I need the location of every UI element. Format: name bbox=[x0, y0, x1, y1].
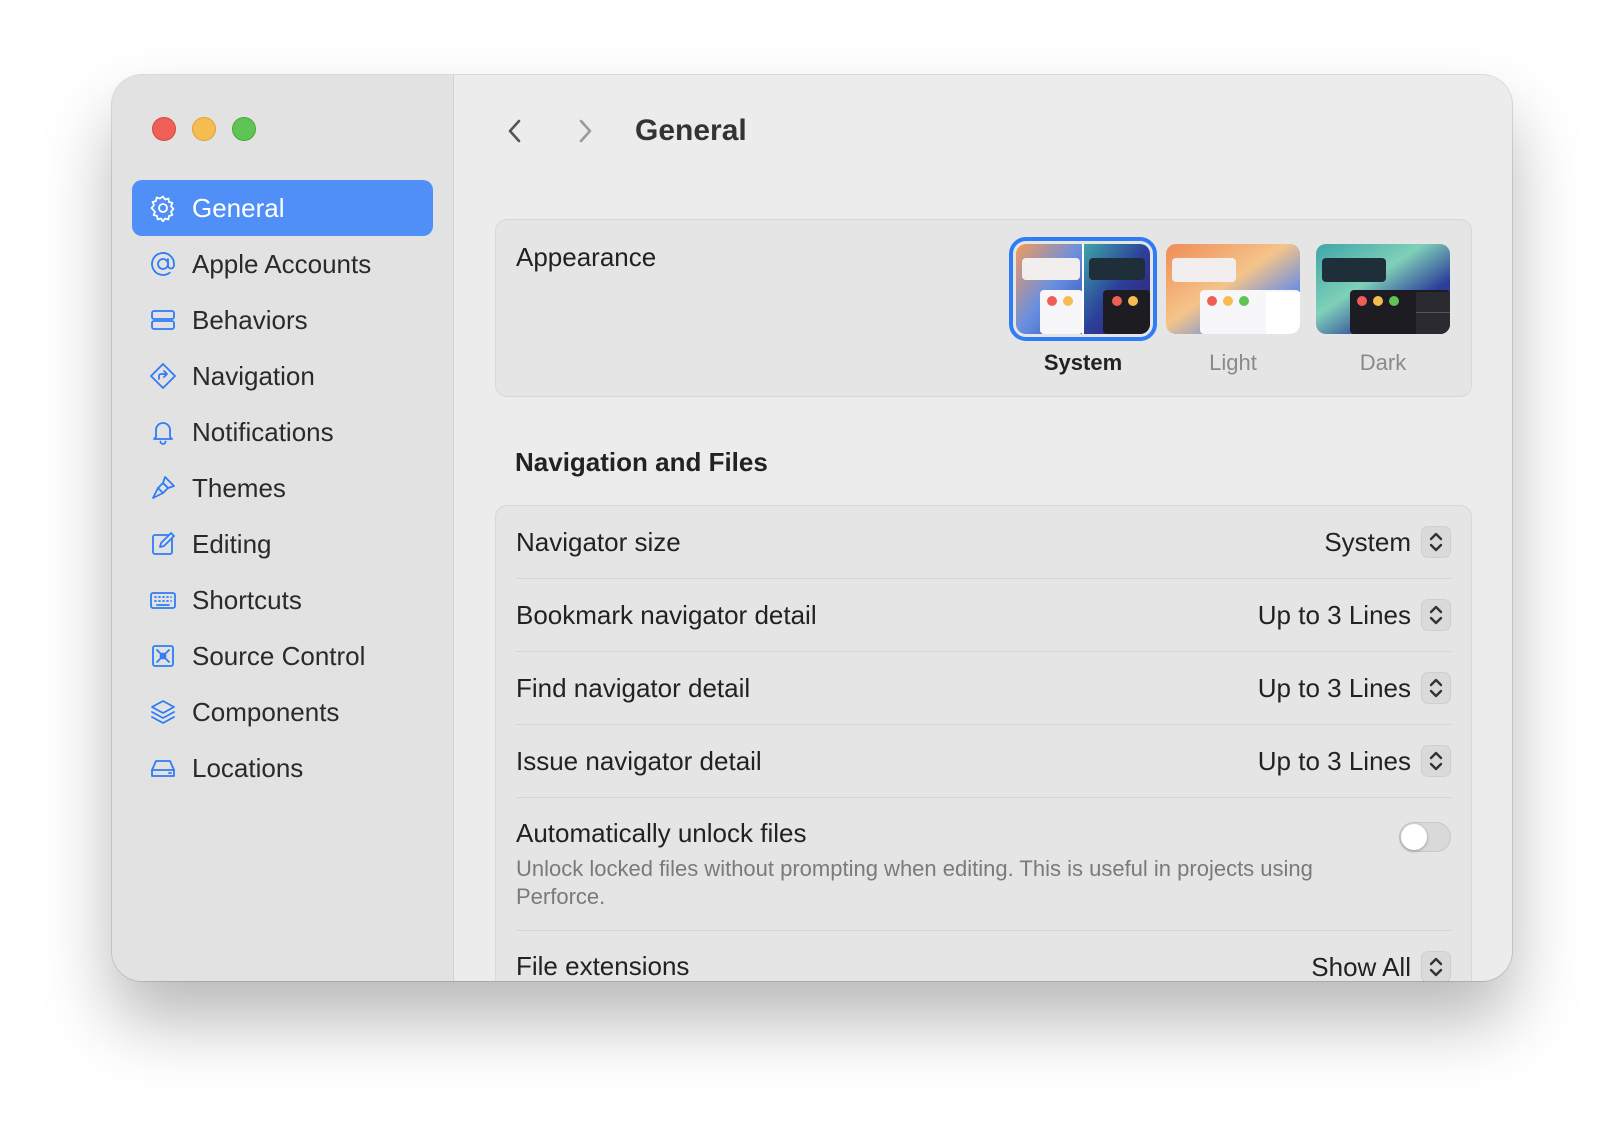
chevron-updown-icon bbox=[1421, 745, 1451, 777]
content-pane: General Appearance System Light Dark Nav… bbox=[455, 75, 1512, 981]
sidebar-item-source-control[interactable]: Source Control bbox=[132, 628, 433, 684]
sidebar-item-general[interactable]: General bbox=[132, 180, 433, 236]
edit-icon bbox=[148, 529, 178, 559]
file-extensions-popup[interactable]: Show All bbox=[1311, 951, 1451, 981]
row-label: Issue navigator detail bbox=[516, 745, 762, 776]
row-label: File extensions bbox=[516, 951, 690, 981]
layers-icon bbox=[148, 697, 178, 727]
sidebar-item-apple-accounts[interactable]: Apple Accounts bbox=[132, 236, 433, 292]
minimize-button[interactable] bbox=[192, 117, 216, 141]
theme-name: System bbox=[1043, 350, 1123, 375]
toolbar: General bbox=[495, 103, 747, 159]
sidebar-item-themes[interactable]: Themes bbox=[132, 460, 433, 516]
source-control-icon bbox=[148, 641, 178, 671]
sidebar-item-label: Behaviors bbox=[192, 304, 308, 335]
sidebar-item-label: Notifications bbox=[192, 416, 334, 447]
window-controls bbox=[152, 117, 256, 141]
sidebar-item-label: General bbox=[192, 192, 285, 223]
row-label: Find navigator detail bbox=[516, 672, 751, 703]
navigation-files-card: Navigator size System Bookmark navigator… bbox=[495, 505, 1472, 981]
find-detail-popup[interactable]: Up to 3 Lines bbox=[1258, 672, 1451, 704]
sidebar: General Apple Accounts Behaviors Navigat… bbox=[112, 75, 454, 981]
row-label: Automatically unlock files bbox=[516, 818, 807, 848]
appearance-options: System Light Dark bbox=[1009, 237, 1451, 376]
sidebar-item-navigation[interactable]: Navigation bbox=[132, 348, 433, 404]
chevron-updown-icon bbox=[1421, 951, 1451, 981]
section-title: Navigation and Files bbox=[515, 447, 768, 477]
forward-button[interactable] bbox=[565, 111, 605, 151]
at-sign-icon bbox=[148, 249, 178, 279]
sidebar-item-shortcuts[interactable]: Shortcuts bbox=[132, 572, 433, 628]
auto-unlock-toggle[interactable] bbox=[1399, 822, 1451, 852]
paintbrush-icon bbox=[148, 473, 178, 503]
toggle-knob bbox=[1401, 824, 1427, 850]
sidebar-item-label: Locations bbox=[192, 752, 304, 783]
sidebar-list: General Apple Accounts Behaviors Navigat… bbox=[132, 180, 433, 796]
sidebar-item-label: Components bbox=[192, 696, 340, 727]
row-label: Navigator size bbox=[516, 526, 681, 557]
settings-row-navigator-size: Navigator size System bbox=[516, 506, 1451, 579]
settings-row-auto-unlock: Automatically unlock files Unlock locked… bbox=[516, 798, 1451, 931]
sidebar-item-notifications[interactable]: Notifications bbox=[132, 404, 433, 460]
popup-value: System bbox=[1324, 526, 1411, 557]
popup-value: Up to 3 Lines bbox=[1257, 745, 1411, 776]
settings-row-issue-navigator-detail: Issue navigator detail Up to 3 Lines bbox=[516, 725, 1451, 798]
chevron-right-icon bbox=[579, 119, 592, 143]
keyboard-icon bbox=[148, 585, 178, 615]
appearance-card: Appearance System Light Dark bbox=[495, 219, 1472, 397]
back-button[interactable] bbox=[495, 111, 535, 151]
sidebar-item-label: Shortcuts bbox=[192, 584, 302, 615]
theme-name: Dark bbox=[1359, 350, 1407, 375]
popup-value: Up to 3 Lines bbox=[1257, 672, 1411, 703]
theme-name: Light bbox=[1209, 350, 1257, 375]
row-description: Unlock locked files without prompting wh… bbox=[516, 856, 1313, 909]
popup-value: Show All bbox=[1311, 951, 1411, 982]
sidebar-item-label: Source Control bbox=[192, 640, 366, 671]
bell-icon bbox=[148, 417, 178, 447]
system-theme-thumbnail bbox=[1009, 237, 1157, 341]
bookmark-detail-popup[interactable]: Up to 3 Lines bbox=[1258, 599, 1451, 631]
settings-window: General Apple Accounts Behaviors Navigat… bbox=[112, 75, 1512, 981]
popup-value: Up to 3 Lines bbox=[1257, 599, 1411, 630]
navigation-icon bbox=[148, 361, 178, 391]
light-theme-thumbnail bbox=[1166, 244, 1300, 334]
appearance-option-light[interactable]: Light bbox=[1165, 244, 1301, 376]
sidebar-item-label: Navigation bbox=[192, 360, 315, 391]
dark-theme-thumbnail bbox=[1316, 244, 1450, 334]
chevron-updown-icon bbox=[1421, 672, 1451, 704]
sidebar-item-behaviors[interactable]: Behaviors bbox=[132, 292, 433, 348]
sidebar-item-label: Editing bbox=[192, 528, 272, 559]
zoom-button[interactable] bbox=[232, 117, 256, 141]
behaviors-icon bbox=[148, 305, 178, 335]
appearance-label: Appearance bbox=[516, 242, 657, 272]
chevron-updown-icon bbox=[1421, 526, 1451, 558]
sidebar-item-locations[interactable]: Locations bbox=[132, 740, 433, 796]
sidebar-item-label: Themes bbox=[192, 472, 286, 503]
settings-row-file-extensions: File extensions Show All bbox=[516, 931, 1451, 981]
gear-icon bbox=[148, 193, 178, 223]
issue-detail-popup[interactable]: Up to 3 Lines bbox=[1258, 745, 1451, 777]
chevron-left-icon bbox=[508, 119, 521, 143]
drive-icon bbox=[148, 753, 178, 783]
auto-unlock-text: Automatically unlock files Unlock locked… bbox=[516, 818, 1316, 911]
sidebar-item-label: Apple Accounts bbox=[192, 248, 372, 279]
navigator-size-popup[interactable]: System bbox=[1324, 526, 1451, 558]
appearance-option-system[interactable]: System bbox=[1009, 237, 1157, 376]
appearance-option-dark[interactable]: Dark bbox=[1315, 244, 1451, 376]
settings-row-bookmark-navigator-detail: Bookmark navigator detail Up to 3 Lines bbox=[516, 579, 1451, 652]
sidebar-item-editing[interactable]: Editing bbox=[132, 516, 433, 572]
chevron-updown-icon bbox=[1421, 599, 1451, 631]
row-label: Bookmark navigator detail bbox=[516, 599, 817, 630]
sidebar-item-components[interactable]: Components bbox=[132, 684, 433, 740]
page-title: General bbox=[635, 114, 747, 147]
settings-row-find-navigator-detail: Find navigator detail Up to 3 Lines bbox=[516, 652, 1451, 725]
close-button[interactable] bbox=[152, 117, 176, 141]
